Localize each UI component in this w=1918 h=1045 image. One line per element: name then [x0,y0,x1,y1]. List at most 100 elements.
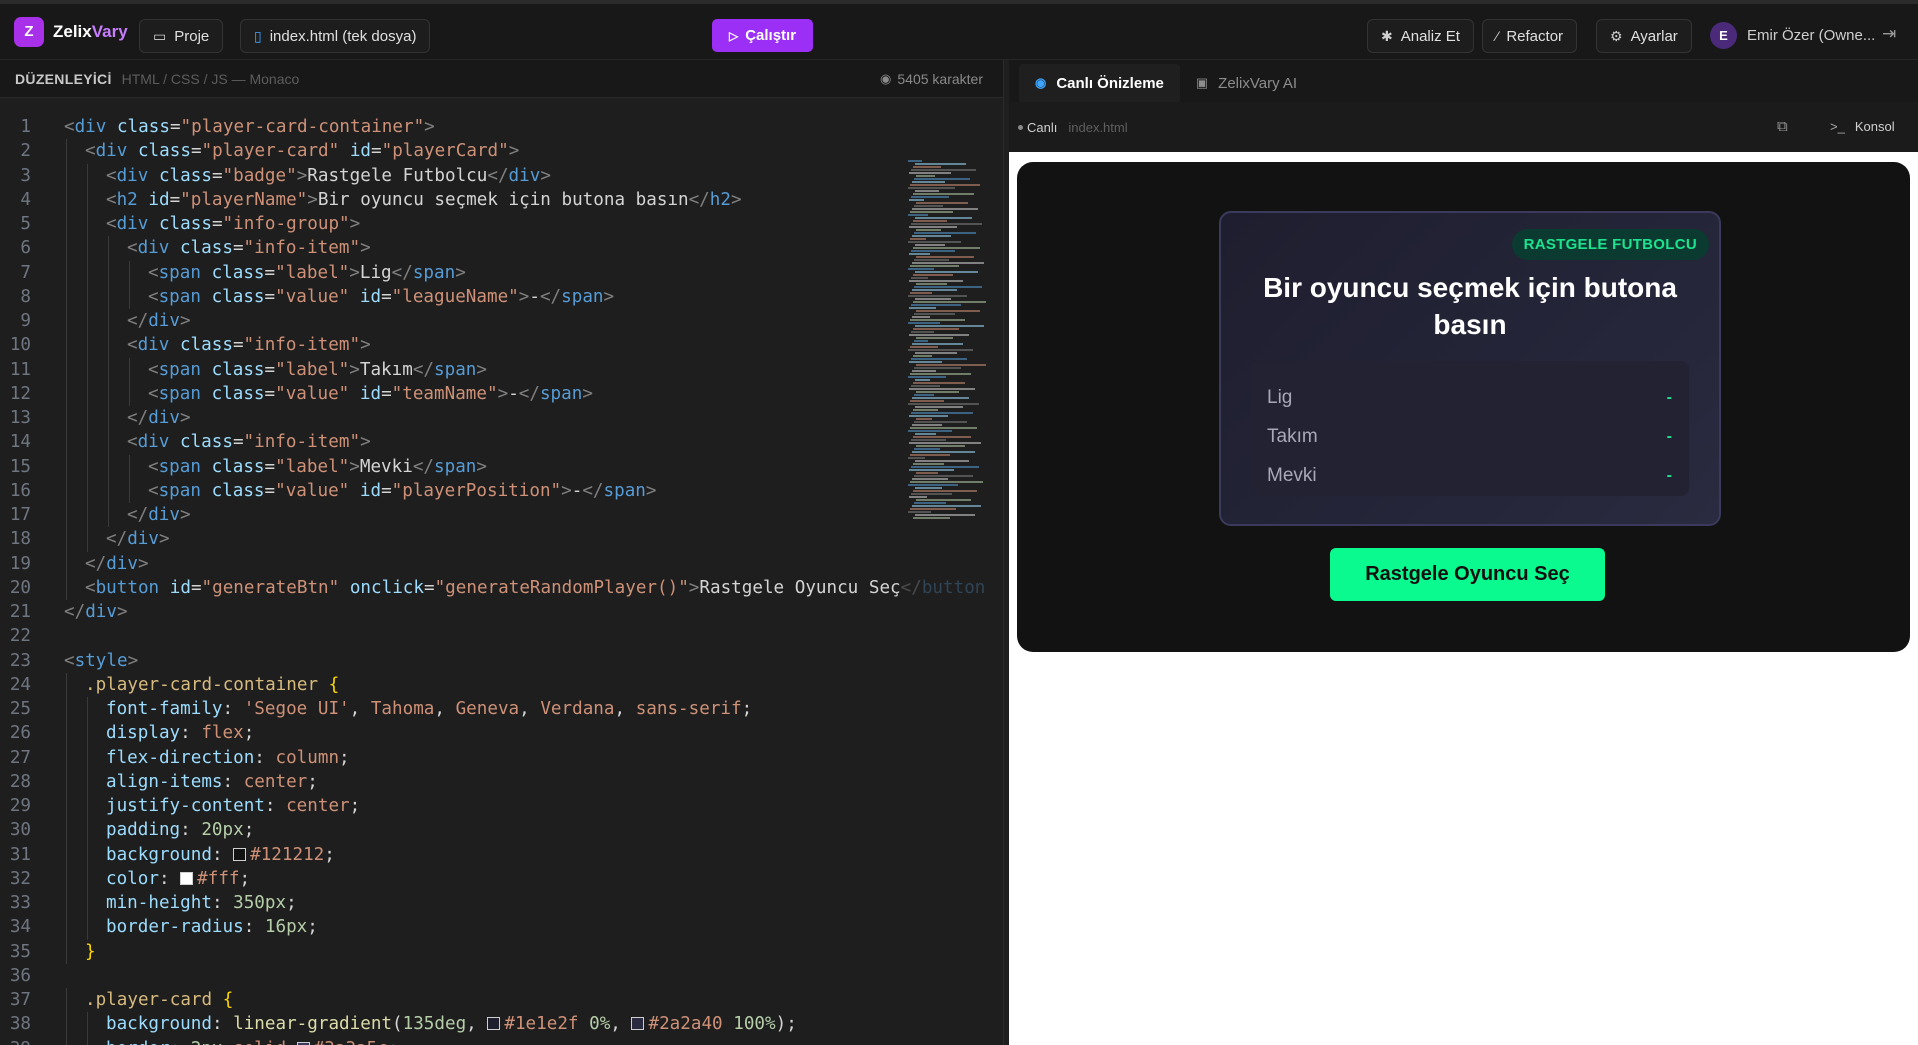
code-line[interactable]: 15 <span class="label">Mevki</span> [0,455,1003,479]
project-button-label: Proje [174,27,210,45]
code-line[interactable]: 29 justify-content: center; [0,794,1003,818]
code-line[interactable]: 16 <span class="value" id="playerPosition… [0,479,1003,503]
minimap-line [910,265,959,267]
code-line[interactable]: 21 </div> [0,600,1003,624]
code-line[interactable]: 9 </div> [0,309,1003,333]
code-line[interactable]: 13 </div> [0,406,1003,430]
minimap-line [913,436,971,438]
code-line[interactable]: 14 <div class="info-item"> [0,430,1003,454]
indent-guide [66,1012,67,1037]
indent-guide [108,454,109,479]
minimap-line [909,199,924,201]
app-logo[interactable]: Z ZelixVary [14,16,128,47]
minimap-line [914,232,976,234]
preview-subbar: Canlı index.html ⧉ >_ Konsol [1009,102,1918,152]
code-line[interactable]: 33 min-height: 350px; [0,891,1003,915]
minimap-line [911,439,946,441]
generate-player-button[interactable]: Rastgele Oyuncu Seç [1330,548,1605,601]
code-line[interactable]: 5 <div class="info-group"> [0,212,1003,236]
code-text: .player-card { [85,990,234,1010]
code-line[interactable]: 31 background: #121212; [0,843,1003,867]
code-line[interactable]: 30 padding: 20px; [0,818,1003,842]
logout-icon[interactable]: ⇥ [1882,24,1896,44]
tab-ai[interactable]: ▣ ZelixVary AI [1180,64,1313,102]
line-number: 23 [9,650,31,671]
minimap-line [912,505,981,507]
code-line[interactable]: 19 </div> [0,552,1003,576]
code-line[interactable]: 12 <span class="value" id="teamName">-</s… [0,382,1003,406]
logo-icon: Z [14,16,44,47]
external-link-icon[interactable]: ⧉ [1777,118,1788,135]
minimap-line [909,172,951,174]
code-line[interactable]: 36 [0,964,1003,988]
code-text: <span class="value" id="teamName">-</spa… [148,383,593,404]
code-line[interactable]: 34 border-radius: 16px; [0,915,1003,939]
indent-guide [87,745,88,770]
file-button[interactable]: ▯ index.html (tek dosya) [240,19,431,53]
code-line[interactable]: 24 .player-card-container { [0,673,1003,697]
project-button[interactable]: ▭ Proje [139,19,224,53]
code-line[interactable]: 35} [0,940,1003,964]
run-button[interactable]: ▷ Çalıştır [712,19,813,52]
code-line[interactable]: 18 </div> [0,527,1003,551]
minimap[interactable] [908,160,990,520]
code-line[interactable]: 6 <div class="info-item"> [0,236,1003,260]
code-text: <div class="info-item"> [127,238,371,259]
minimap-line [908,511,931,513]
code-line[interactable]: 32 color: #fff; [0,867,1003,891]
minimap-line [915,406,963,408]
console-button[interactable]: >_ Konsol [1830,119,1895,134]
user-menu[interactable]: E Emir Özer (Owne... [1710,22,1875,49]
code-line[interactable]: 26 display: flex; [0,721,1003,745]
code-line[interactable]: 11 <span class="label">Takım</span> [0,358,1003,382]
minimap-line [909,253,930,255]
indent-guide [66,187,67,212]
code-line[interactable]: 3 <div class="badge">Rastgele Futbolcu</d… [0,164,1003,188]
code-line[interactable]: 27 flex-direction: column; [0,746,1003,770]
code-line[interactable]: 4 <h2 id="playerName">Bir oyuncu seçmek i… [0,188,1003,212]
code-text: align-items: center; [106,771,318,792]
minimap-line [910,454,950,456]
analyze-button[interactable]: ✱ Analiz Et [1367,19,1474,53]
code-line[interactable]: 2 <div class="player-card" id="playerCard… [0,139,1003,163]
code-line[interactable]: 22 [0,624,1003,648]
code-line[interactable]: 10 <div class="info-item"> [0,333,1003,357]
code-line[interactable]: 38 background: linear-gradient(135deg, #1… [0,1012,1003,1036]
minimap-line [913,220,947,222]
code-text: background: #121212; [106,844,335,865]
code-line[interactable]: 7 <span class="label">Lig</span> [0,261,1003,285]
minimap-line [910,373,971,375]
code-line[interactable]: 20 <button id="generateBtn" onclick="gene… [0,576,1003,600]
indent-guide [108,236,109,261]
settings-button[interactable]: ⚙ Ayarlar [1596,19,1692,53]
indent-guide [66,478,67,503]
minimap-line [914,448,940,450]
code-line[interactable]: 1 <div class="player-card-container"> [0,115,1003,139]
right-tabs: ◉ Canlı Önizleme ▣ ZelixVary AI [1009,60,1918,102]
code-line[interactable]: 39 border: 2px solid #3a3a5c; [0,1037,1003,1045]
tab-live-preview[interactable]: ◉ Canlı Önizleme [1019,64,1180,102]
indent-guide [87,527,88,552]
minimap-line [909,334,969,336]
editor-header: DÜZENLEYİCİ HTML / CSS / JS — Monaco ◉ 54… [0,60,1003,98]
minimap-line [913,463,944,465]
minimap-line [909,280,963,282]
code-line[interactable]: 17 </div> [0,503,1003,527]
indent-guide [87,163,88,188]
refactor-button[interactable]: ⁄ Refactor [1482,19,1578,53]
code-text: <style> [64,650,139,671]
minimap-line [909,496,927,498]
code-line[interactable]: 8 <span class="value" id="leagueName">-</… [0,285,1003,309]
code-line[interactable]: 28 align-items: center; [0,770,1003,794]
code-line[interactable]: 37 .player-card { [0,988,1003,1012]
minimap-line [915,163,966,165]
minimap-line [916,310,980,312]
indent-guide [108,430,109,455]
minimap-line [914,394,934,396]
line-number: 6 [20,238,31,259]
minimap-line [914,340,928,342]
code-line[interactable]: 23 <style> [0,649,1003,673]
code-line[interactable]: 25 font-family: 'Segoe UI', Tahoma, Genev… [0,697,1003,721]
line-number: 9 [20,311,31,331]
indent-guide [66,794,67,819]
